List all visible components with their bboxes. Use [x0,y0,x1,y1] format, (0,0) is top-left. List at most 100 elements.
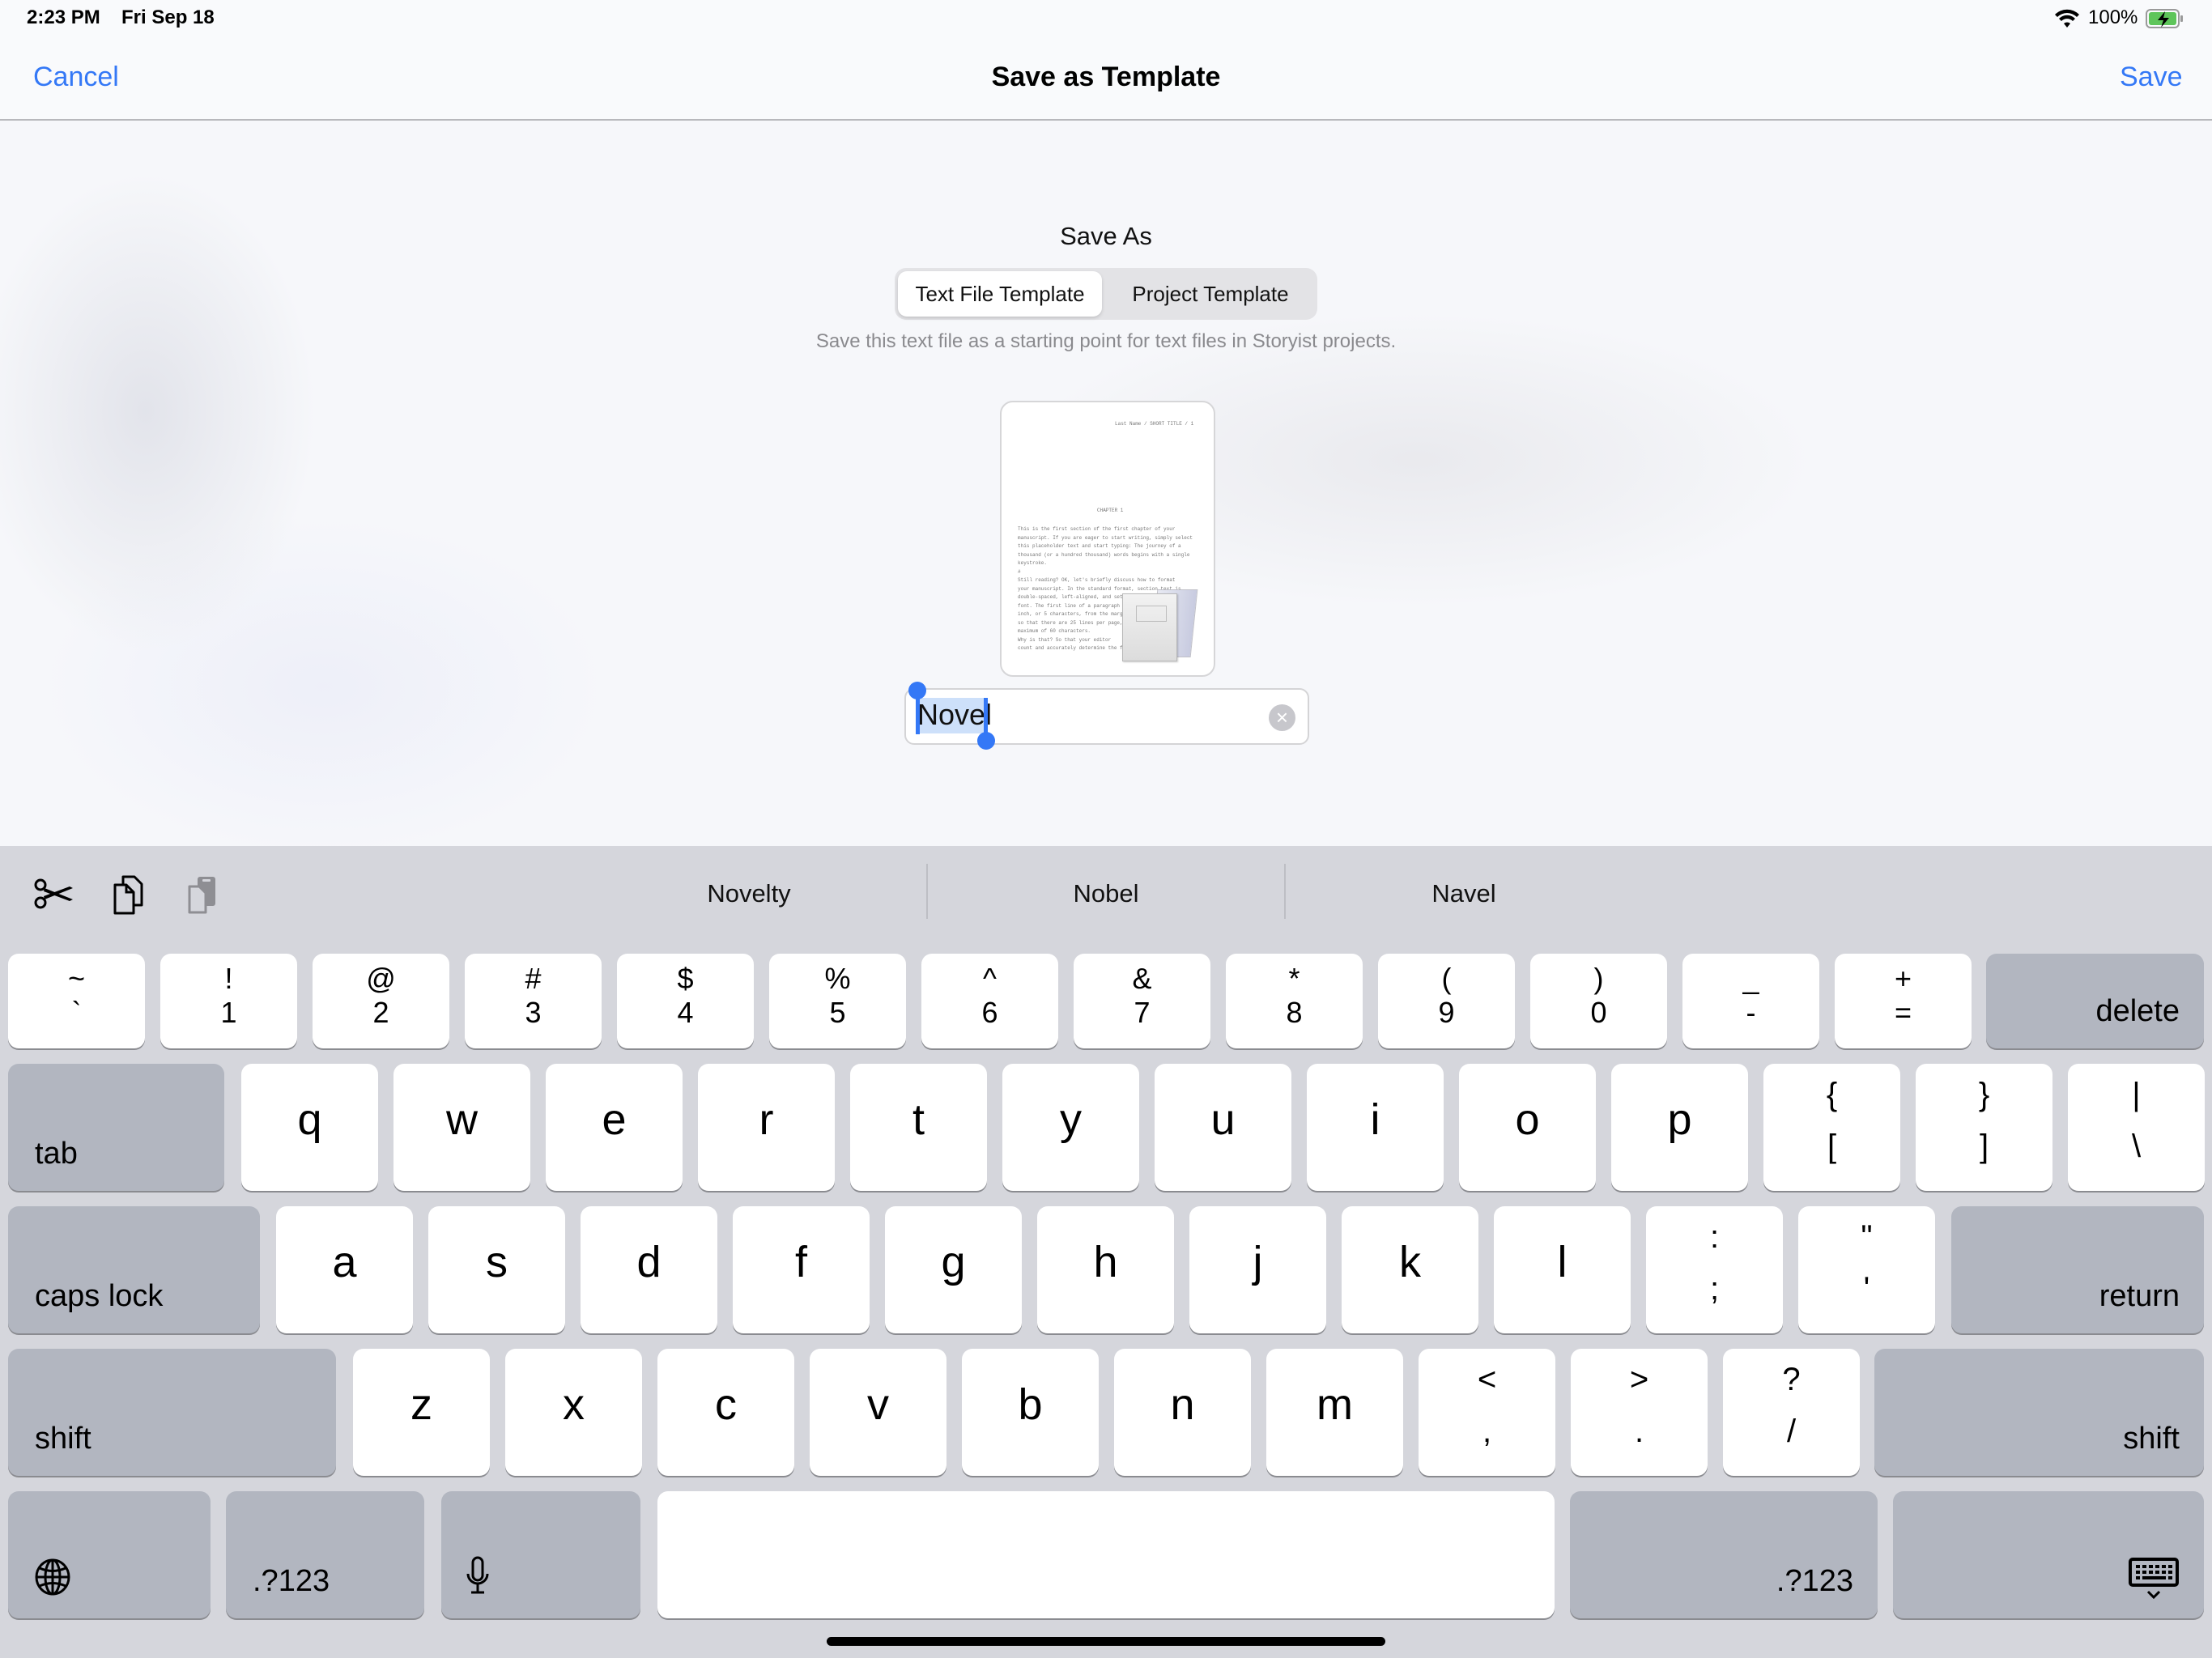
key-glyph: 6 [981,996,998,1029]
key-v[interactable]: v [810,1349,946,1476]
paste-icon[interactable] [180,870,228,919]
key-glyph: 7 [1134,996,1151,1029]
key-slash[interactable]: ? / [1723,1349,1860,1476]
key-k[interactable]: k [1342,1206,1478,1333]
key-glyph: a [332,1238,357,1286]
key-glyph: 3 [525,996,542,1029]
suggestion-3[interactable]: Navel [1286,879,1642,908]
dismiss-keyboard-key[interactable] [1893,1491,2204,1618]
thumbnail-line: inch, or 5 characters, from the margin [1018,611,1129,617]
key-glyph: q [297,1095,322,1144]
key-shift-glyph: & [1132,962,1152,995]
key-n[interactable]: n [1114,1349,1251,1476]
key-9[interactable]: (9 [1378,954,1515,1048]
key-z[interactable]: z [353,1349,490,1476]
key-glyph: \ [2131,1129,2142,1164]
numbers-key-right[interactable]: .?123 [1570,1491,1878,1618]
key-a[interactable]: a [276,1206,413,1333]
left-shift-key[interactable]: shift [8,1349,336,1476]
key-6[interactable]: ^ 6 [921,954,1058,1048]
selection-end-handle[interactable] [977,732,995,750]
key-4[interactable]: $4 [617,954,754,1048]
key-`[interactable]: ~ ` [8,954,145,1048]
key-8[interactable]: * 8 [1226,954,1363,1048]
key-b[interactable]: b [962,1349,1099,1476]
key-comma[interactable]: <, [1419,1349,1555,1476]
key-2[interactable]: @2 [313,954,449,1048]
key-d[interactable]: d [581,1206,717,1333]
scissors-icon[interactable] [31,870,79,919]
return-key[interactable]: return [1951,1206,2204,1333]
key-i[interactable]: i [1307,1064,1444,1191]
key-[[interactable]: {[ [1763,1064,1900,1191]
key-t[interactable]: t [850,1064,987,1191]
thumbnail-line: Why is that? So that your editor [1018,636,1112,643]
globe-key[interactable] [8,1491,211,1618]
key-7[interactable]: & 7 [1074,954,1210,1048]
key-glyph: s [486,1238,508,1286]
key-glyph: - [1746,996,1756,1029]
key-glyph: p [1667,1095,1692,1144]
delete-key[interactable]: delete [1986,954,2204,1048]
key-\[interactable]: | \ [2068,1064,2205,1191]
key-1[interactable]: ! 1 [160,954,297,1048]
thumbnail-line: This is the first section of the first c… [1018,526,1176,532]
thumbnail-line: manuscript. If you are eager to start wr… [1018,534,1193,541]
key-glyph: ; [1709,1271,1720,1307]
key-semicolon[interactable]: :; [1646,1206,1783,1333]
clear-icon[interactable]: × [1269,704,1295,731]
template-name-value[interactable]: Novel [917,696,992,733]
key-5[interactable]: % 5 [769,954,906,1048]
key-period[interactable]: >. [1571,1349,1708,1476]
battery-percentage: 100% [2088,6,2138,28]
right-shift-key[interactable]: shift [1874,1349,2204,1476]
key-glyph: [ [1827,1129,1837,1164]
segment-text-file-template[interactable]: Text File Template [898,271,1102,317]
key-quote[interactable]: " ' [1798,1206,1935,1333]
key-h[interactable]: h [1037,1206,1174,1333]
key-0[interactable]: ) 0 [1530,954,1667,1048]
tab-key[interactable]: tab [8,1064,224,1191]
space-bar[interactable] [657,1491,1555,1618]
save-button[interactable]: Save [2120,62,2183,93]
key-w[interactable]: w [393,1064,530,1191]
key-][interactable]: }] [1916,1064,2052,1191]
key-g[interactable]: g [885,1206,1022,1333]
key-=[interactable]: + = [1835,954,1972,1048]
segment-project-template[interactable]: Project Template [1107,271,1314,317]
copy-icon[interactable] [105,870,154,919]
key-r[interactable]: r [698,1064,835,1191]
suggestion-2[interactable]: Nobel [928,879,1284,908]
return-key-label: return [2099,1279,2180,1313]
selection-start-caret [916,698,920,734]
key-e[interactable]: e [546,1064,683,1191]
key-glyph: c [715,1380,737,1429]
key-y[interactable]: y [1002,1064,1139,1191]
key-shift-glyph: | [2132,1077,2141,1112]
key-c[interactable]: c [657,1349,794,1476]
key-shift-glyph: ) [1593,962,1604,995]
selection-end-caret [984,698,988,734]
key-m[interactable]: m [1266,1349,1403,1476]
numbers-key-left[interactable]: .?123 [226,1491,424,1618]
key-p[interactable]: p [1611,1064,1748,1191]
key-f[interactable]: f [733,1206,870,1333]
tab-key-label: tab [35,1137,78,1171]
key-glyph: n [1170,1380,1195,1429]
key-l[interactable]: l [1494,1206,1631,1333]
caps-lock-key[interactable]: caps lock [8,1206,260,1333]
dictation-key[interactable] [441,1491,640,1618]
key-q[interactable]: q [241,1064,378,1191]
selection-start-handle[interactable] [908,682,926,699]
key--[interactable]: _ - [1682,954,1819,1048]
key-glyph: g [941,1238,966,1286]
key-u[interactable]: u [1155,1064,1291,1191]
key-3[interactable]: #3 [465,954,602,1048]
suggestion-1[interactable]: Novelty [571,879,927,908]
key-o[interactable]: o [1459,1064,1596,1191]
key-s[interactable]: s [428,1206,565,1333]
key-shift-glyph: + [1894,962,1912,995]
key-j[interactable]: j [1189,1206,1326,1333]
key-x[interactable]: x [505,1349,642,1476]
key-shift-glyph: " [1861,1219,1873,1255]
